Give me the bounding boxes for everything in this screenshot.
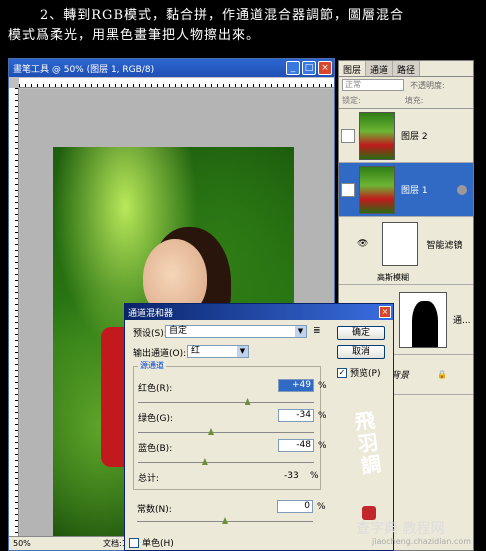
monochrome-checkbox[interactable] — [129, 537, 139, 548]
group-label: 源通道 — [138, 360, 166, 371]
lock-icon: 🔒 — [437, 370, 447, 379]
blue-pct: % — [318, 441, 327, 451]
green-pct: % — [318, 411, 327, 421]
red-pct: % — [318, 381, 327, 391]
preset-value: 自定 — [169, 326, 188, 336]
monochrome-row: 单色(H) — [129, 536, 174, 549]
monochrome-label: 单色(H) — [142, 539, 174, 549]
visibility-eye-icon[interactable] — [341, 182, 355, 197]
blur-filter-label: 高斯模糊 — [377, 273, 409, 282]
constant-pct: % — [317, 502, 326, 512]
vertical-ruler — [9, 88, 19, 538]
visibility-eye-icon[interactable] — [341, 128, 355, 143]
document-titlebar: 畫笔工具 @ 50% (图层 1, RGB/8) _ □ × — [9, 59, 334, 77]
preview-label: 预览(P) — [350, 369, 381, 379]
filter-mask-thumbnail — [382, 222, 419, 266]
green-slider[interactable] — [138, 425, 314, 435]
instruction-line-1: 2、轉到RGB模式，黏合拼，作通道混合器調節，圖層混合 — [40, 8, 404, 23]
preset-row: 预设(S): — [133, 326, 167, 339]
red-value-input[interactable]: +49 — [278, 379, 314, 392]
red-slider[interactable] — [138, 395, 314, 405]
document-title: 畫笔工具 @ 50% (图层 1, RGB/8) — [13, 64, 155, 75]
tab-paths[interactable]: 路径 — [393, 61, 421, 76]
preset-select[interactable]: 自定 ▼ — [165, 325, 307, 338]
blend-mode-row: 正常 不透明度: — [339, 77, 473, 93]
blur-filter-row[interactable]: 高斯模糊 — [339, 271, 473, 285]
constant-value-input[interactable]: 0 — [277, 500, 313, 513]
layer-row-2[interactable]: 图层 2 — [339, 109, 473, 163]
tab-layers[interactable]: 图层 — [339, 61, 367, 76]
zoom-level[interactable]: 50% — [13, 539, 53, 548]
layer-name: 通... — [453, 316, 471, 326]
lock-label: 锁定: — [342, 96, 361, 105]
watermark-site: 查字典 教程网 — [356, 521, 445, 537]
close-icon[interactable]: × — [379, 306, 391, 318]
maximize-button[interactable]: □ — [302, 61, 316, 75]
instruction-banner: 2、轉到RGB模式，黏合拼，作通道混合器調節，圖層混合 模式爲柔光，用黑色畫筆把… — [0, 0, 486, 56]
total-label: 总计: — [138, 474, 160, 484]
lock-row: 锁定: 填充: — [339, 93, 473, 109]
constant-slider[interactable] — [137, 514, 313, 524]
opacity-label: 不透明度: — [410, 80, 445, 90]
close-button[interactable]: × — [318, 61, 332, 75]
layer-thumbnail — [359, 165, 395, 214]
layer-mask-thumbnail — [399, 291, 447, 348]
watermark-domain: jiaocheng.chazidian.com — [372, 537, 472, 546]
ok-button[interactable]: 确定 — [337, 326, 385, 340]
total-pct: % — [310, 471, 319, 481]
blue-slider-knob[interactable] — [201, 458, 208, 465]
green-value-input[interactable]: -34 — [278, 409, 314, 422]
preview-row: ✓ 预览(P) — [337, 366, 380, 379]
eye-icon[interactable]: 👁 — [357, 239, 368, 249]
layer-name: 图层 2 — [401, 132, 428, 142]
dialog-title: 通道混和器 — [128, 308, 174, 319]
preset-menu-icon[interactable]: ≣ — [313, 326, 321, 336]
output-value: 红 — [191, 346, 201, 356]
chevron-down-icon: ▼ — [237, 346, 248, 357]
output-label: 输出通道(O): — [133, 349, 187, 359]
total-value: -33 — [284, 471, 299, 481]
tab-channels[interactable]: 通道 — [366, 61, 394, 76]
blend-mode-select[interactable]: 正常 — [342, 79, 404, 91]
fill-label: 填充: — [404, 96, 424, 105]
source-channels-group: 源通道 红色(R): +49 % 绿色(G): -34 % 蓝色(B): -48… — [133, 360, 327, 490]
layer-name: 图层 1 — [401, 186, 428, 196]
layer-row-1[interactable]: 图层 1 — [339, 163, 473, 217]
red-slider-knob[interactable] — [244, 398, 251, 405]
green-label: 绿色(G): — [138, 414, 174, 424]
blue-label: 蓝色(B): — [138, 444, 173, 454]
cancel-button[interactable]: 取消 — [337, 345, 385, 359]
horizontal-ruler — [19, 78, 334, 88]
red-label: 红色(R): — [138, 384, 173, 394]
preset-label: 预设(S): — [133, 329, 167, 339]
constant-slider-knob[interactable] — [222, 517, 228, 524]
minimize-button[interactable]: _ — [286, 61, 300, 75]
chevron-down-icon: ▼ — [295, 326, 306, 337]
smart-filter-row[interactable]: 👁 智能滤镜 — [339, 217, 473, 271]
panel-tabs: 图层 通道 路径 — [339, 61, 473, 77]
green-slider-knob[interactable] — [208, 428, 215, 435]
blue-slider[interactable] — [138, 455, 314, 465]
dialog-titlebar: 通道混和器 × — [125, 304, 393, 320]
blue-value-input[interactable]: -48 — [278, 439, 314, 452]
instruction-line-2: 模式爲柔光，用黑色畫筆把人物擦出來。 — [8, 28, 261, 43]
smart-object-icon — [457, 184, 467, 195]
smart-filter-label: 智能滤镜 — [426, 240, 463, 251]
silhouette — [412, 300, 438, 347]
output-channel-select[interactable]: 红 ▼ — [187, 345, 249, 358]
layer-thumbnail — [359, 111, 395, 160]
output-row: 输出通道(O): — [133, 346, 186, 359]
preview-checkbox[interactable]: ✓ — [337, 367, 347, 378]
channel-mixer-dialog: 通道混和器 × 预设(S): 自定 ▼ ≣ 输出通道(O): 红 ▼ 确定 取消… — [124, 303, 394, 551]
